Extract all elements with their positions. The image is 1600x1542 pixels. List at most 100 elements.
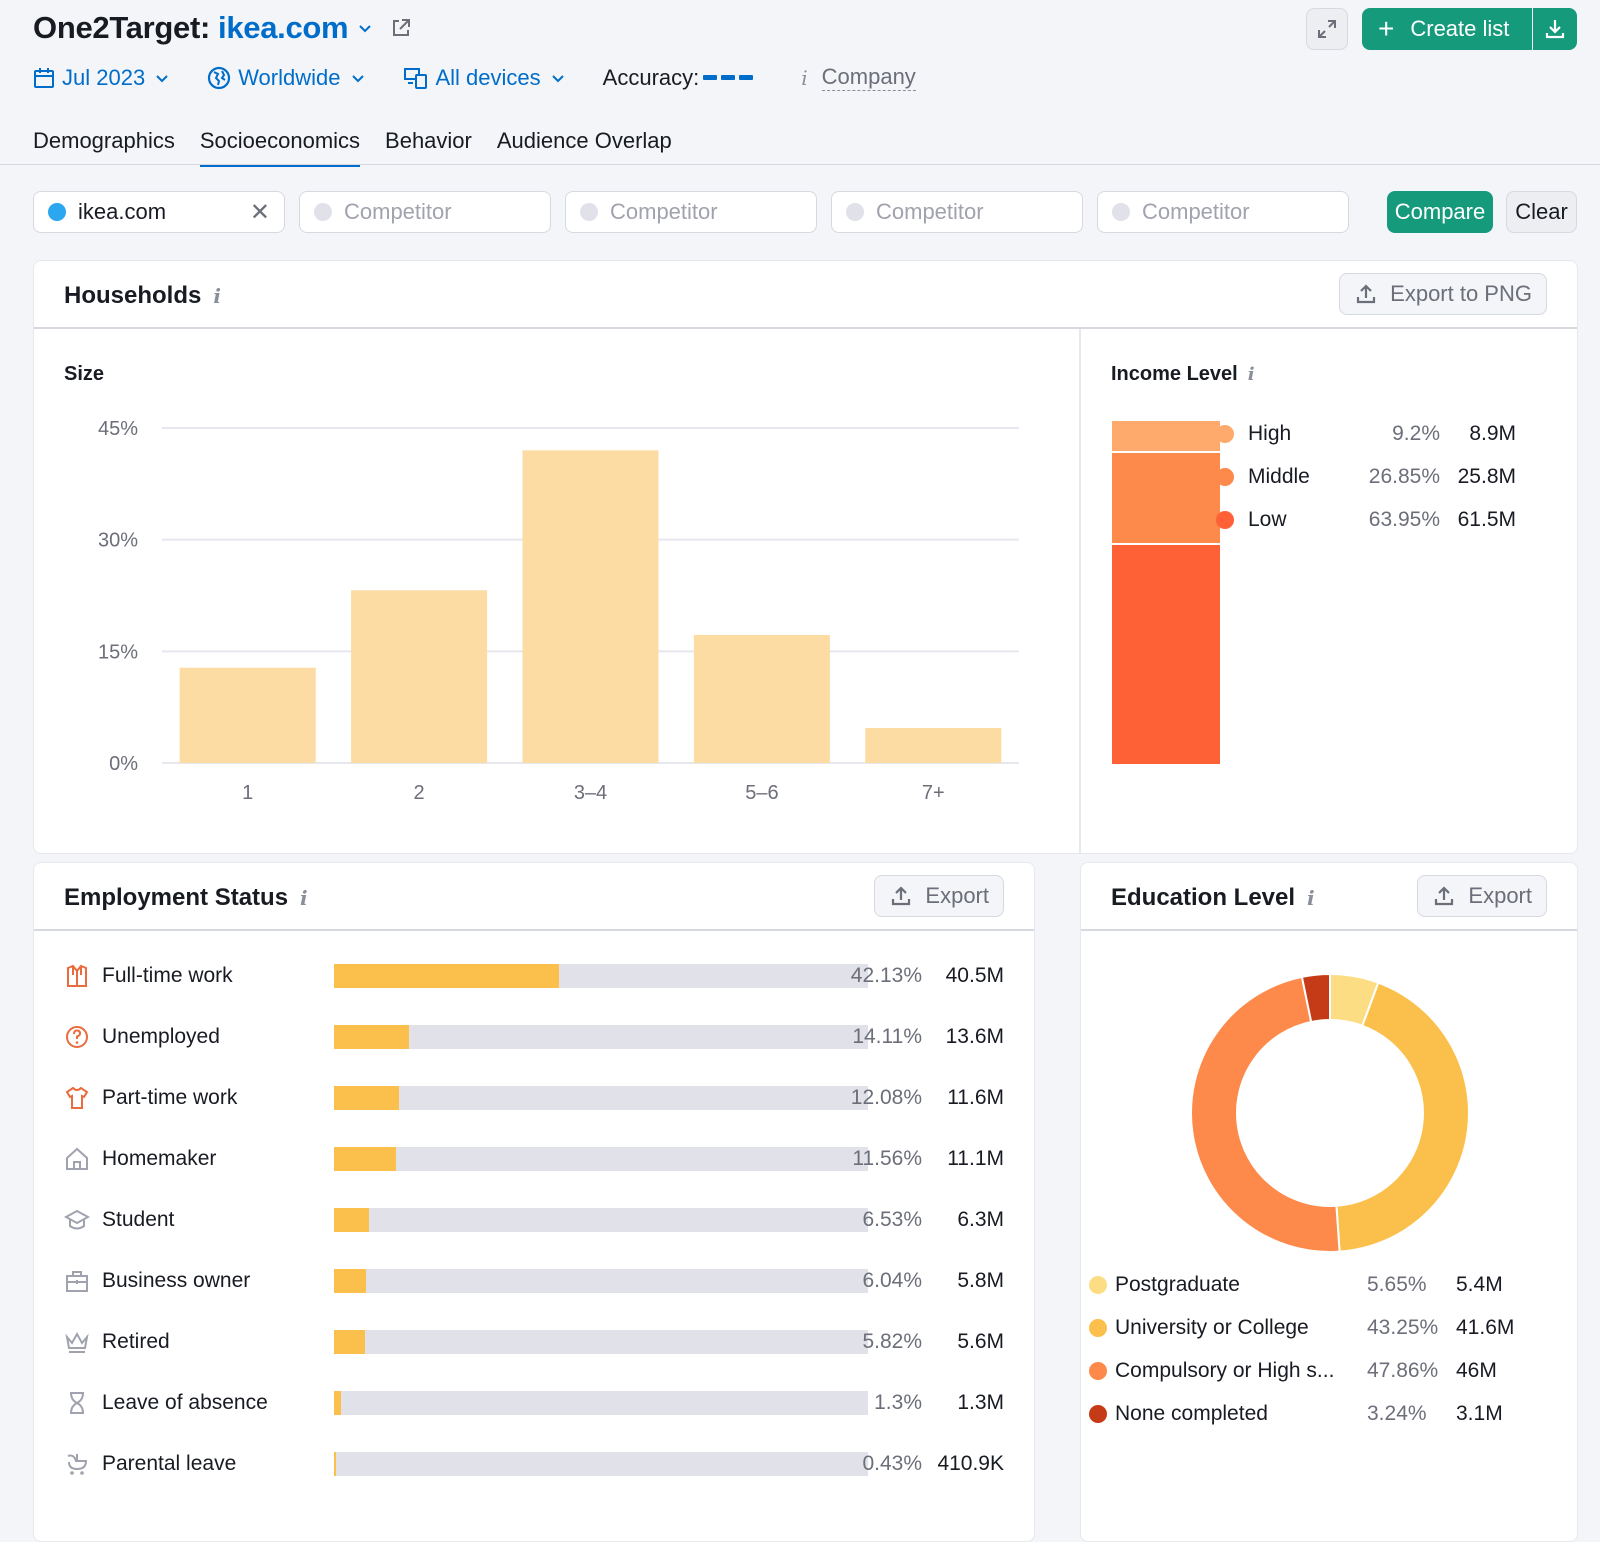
card-header: Households i Export to PNG: [34, 261, 1577, 329]
competitor-input[interactable]: Competitor: [1097, 191, 1349, 233]
company-label: Company: [821, 64, 916, 91]
competitor-input[interactable]: Competitor: [565, 191, 817, 233]
legend-value: 8.9M: [1469, 422, 1516, 445]
upload-icon: [892, 886, 911, 906]
income-segment-low[interactable]: [1112, 544, 1220, 764]
income-segment-middle[interactable]: [1112, 452, 1220, 545]
tab-socioeconomics[interactable]: Socioeconomics: [199, 128, 361, 167]
domain-input[interactable]: ikea.com ✕: [33, 191, 285, 233]
employment-row[interactable]: Parental leave 0.43% 410.9K: [64, 1449, 1004, 1479]
employment-row[interactable]: Unemployed 14.11% 13.6M: [64, 1022, 1004, 1052]
export-label: Export: [1468, 883, 1532, 908]
download-button[interactable]: [1533, 8, 1577, 50]
info-icon[interactable]: i: [213, 284, 221, 308]
page-title: One2Target: ikea.com: [33, 10, 412, 46]
progress-fill: [334, 1269, 367, 1293]
employment-row[interactable]: Student 6.53% 6.3M: [64, 1205, 1004, 1235]
close-icon[interactable]: ✕: [250, 198, 270, 227]
legend-item[interactable]: Low 63.95% 61.5M: [1216, 508, 1516, 532]
employment-label: Full-time work: [102, 964, 233, 987]
tab-divider: [0, 164, 1600, 165]
legend-label: Postgraduate: [1115, 1273, 1240, 1296]
expand-button[interactable]: [1306, 8, 1348, 50]
competitor-placeholder: Competitor: [610, 199, 718, 224]
briefcase-icon: [66, 1271, 88, 1292]
company-toggle[interactable]: i Company: [801, 64, 916, 91]
legend-item[interactable]: Compulsory or High s... 47.86% 46M: [1089, 1359, 1529, 1383]
legend-label: Low: [1248, 508, 1287, 531]
crown-icon: [65, 1331, 89, 1353]
employment-row[interactable]: Business owner 6.04% 5.8M: [64, 1266, 1004, 1296]
external-link-icon[interactable]: [390, 17, 412, 39]
clear-button[interactable]: Clear: [1506, 191, 1577, 233]
tab-bar: Demographics Socioeconomics Behavior Audien…: [33, 128, 697, 167]
employment-row[interactable]: Retired 5.82% 5.6M: [64, 1327, 1004, 1357]
y-tick-label: 0%: [109, 753, 138, 775]
export-button[interactable]: Export: [1417, 875, 1547, 917]
plus-icon: +: [1378, 13, 1395, 44]
legend-value: 61.5M: [1457, 508, 1516, 531]
domain-selector[interactable]: ikea.com: [218, 10, 349, 46]
tab-behavior[interactable]: Behavior: [385, 128, 472, 167]
bar-5–6[interactable]: [693, 634, 830, 763]
region-filter[interactable]: Worldwide: [207, 65, 364, 91]
employment-row[interactable]: Homemaker 11.56% 11.1M: [64, 1144, 1004, 1174]
x-tick-label: 7+: [922, 782, 945, 804]
legend-label: University or College: [1115, 1316, 1309, 1339]
bar-3–4[interactable]: [522, 450, 659, 763]
employment-value: 11.6M: [947, 1086, 1004, 1109]
chevron-down-icon[interactable]: [358, 21, 372, 35]
progress-track: [334, 1452, 868, 1476]
bar-7+[interactable]: [865, 728, 1002, 763]
legend-item[interactable]: High 9.2% 8.9M: [1216, 422, 1516, 446]
devices-filter[interactable]: All devices: [403, 65, 565, 91]
tool-name: One2Target:: [33, 10, 210, 45]
chevron-down-icon: [551, 74, 564, 82]
legend-item[interactable]: Middle 26.85% 25.8M: [1216, 465, 1516, 489]
y-tick-label: 30%: [98, 530, 138, 552]
legend-item[interactable]: Postgraduate 5.65% 5.4M: [1089, 1273, 1529, 1297]
shirt-tie-icon: [67, 964, 87, 987]
competitor-row: ikea.com ✕ Competitor Competitor Competi…: [33, 191, 1363, 233]
export-button[interactable]: Export: [874, 875, 1004, 917]
legend-dot: [1216, 425, 1234, 443]
competitor-input[interactable]: Competitor: [299, 191, 551, 233]
info-icon[interactable]: i: [1307, 886, 1315, 910]
question-circle-icon: [66, 1026, 88, 1048]
legend-item[interactable]: University or College 43.25% 41.6M: [1089, 1316, 1529, 1340]
employment-label: Business owner: [102, 1269, 251, 1292]
compare-button[interactable]: Compare: [1387, 191, 1493, 233]
bar-1[interactable]: [179, 667, 316, 763]
employment-label: Part-time work: [102, 1086, 238, 1109]
employment-row[interactable]: Full-time work 42.13% 40.5M: [64, 961, 1004, 991]
competitor-color-dot: [1112, 203, 1130, 221]
graduation-cap-icon: [64, 1209, 90, 1230]
y-tick-label: 45%: [98, 418, 138, 440]
tab-demographics[interactable]: Demographics: [33, 128, 175, 167]
export-png-button[interactable]: Export to PNG: [1339, 273, 1547, 315]
x-tick-label: 1: [242, 782, 253, 804]
legend-label: Middle: [1248, 465, 1310, 488]
legend-item[interactable]: None completed 3.24% 3.1M: [1089, 1402, 1529, 1426]
income-stacked-bar: [1112, 421, 1220, 764]
date-filter[interactable]: Jul 2023: [33, 65, 169, 91]
competitor-input[interactable]: Competitor: [831, 191, 1083, 233]
bar-2[interactable]: [351, 590, 488, 763]
employment-percent: 1.3%: [874, 1391, 922, 1414]
income-segment-high[interactable]: [1112, 421, 1220, 453]
info-icon[interactable]: i: [300, 886, 308, 910]
create-list-button[interactable]: + Create list: [1362, 8, 1532, 50]
info-icon: i: [801, 65, 808, 90]
employment-label: Unemployed: [102, 1025, 220, 1048]
employment-row[interactable]: Leave of absence 1.3% 1.3M: [64, 1388, 1004, 1418]
info-icon[interactable]: i: [1248, 364, 1255, 385]
create-list-label: Create list: [1410, 16, 1510, 41]
accuracy-indicator: Accuracy:: [603, 65, 754, 91]
employment-row[interactable]: Part-time work 12.08% 11.6M: [64, 1083, 1004, 1113]
region-filter-label: Worldwide: [238, 64, 341, 90]
employment-value: 13.6M: [945, 1025, 1004, 1048]
employment-value: 410.9K: [937, 1452, 1004, 1475]
legend-label: High: [1248, 422, 1292, 445]
tab-audience-overlap[interactable]: Audience Overlap: [497, 128, 672, 167]
globe-icon: [208, 66, 231, 89]
